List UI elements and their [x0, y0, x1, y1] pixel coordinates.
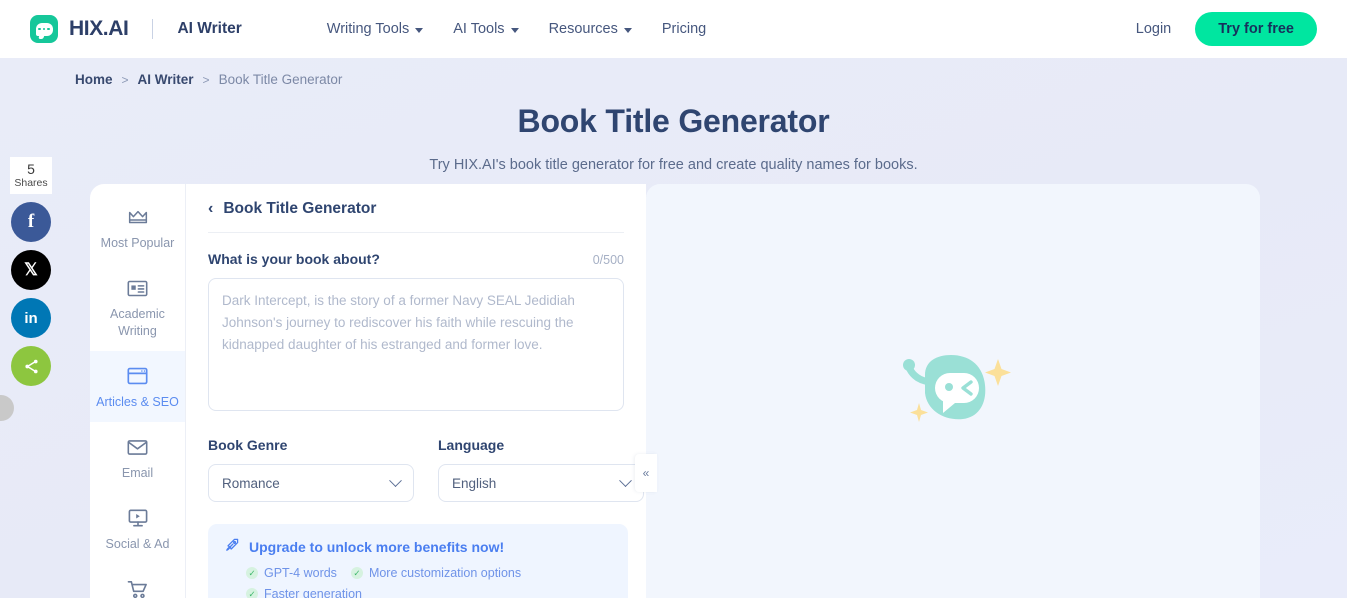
chevron-down-icon — [389, 473, 402, 487]
benefit-label: GPT-4 words — [264, 566, 337, 580]
login-link[interactable]: Login — [1136, 21, 1171, 37]
brand-logo[interactable]: HIX.AI AI Writer — [30, 15, 242, 43]
page-subtitle: Try HIX.AI's book title generator for fr… — [429, 157, 918, 173]
chevron-down-icon — [415, 27, 424, 33]
share-generic-icon[interactable] — [11, 346, 51, 387]
nav-label: Writing Tools — [326, 21, 410, 37]
panel-divider — [208, 232, 624, 233]
nav-item-resources[interactable]: Resources — [549, 21, 632, 37]
sidebar-item-label: Articles & SEO — [96, 394, 179, 409]
result-panel: « — [635, 184, 1260, 598]
breadcrumb-separator: > — [121, 72, 129, 87]
sidebar-item-email[interactable]: Email — [90, 422, 185, 493]
main-nav: Writing Tools AI Tools Resources Pricing — [327, 21, 706, 37]
brand-divider — [152, 19, 154, 39]
tool-card: Most Popular Academic Writing Articles &… — [90, 184, 1260, 598]
social-share-rail: 5 Shares f 𝕏 in — [10, 157, 52, 387]
upgrade-header: Upgrade to unlock more benefits now! — [224, 537, 612, 556]
breadcrumb-home[interactable]: Home — [75, 72, 113, 87]
breadcrumb-current: Book Title Generator — [218, 72, 343, 87]
language-field: Language English — [438, 437, 644, 502]
benefit-item: ✓ More customization options — [350, 566, 522, 580]
hix-mascot-illustration — [893, 341, 1013, 441]
nav-item-ai-tools[interactable]: AI Tools — [453, 21, 519, 37]
panel-header: ‹ Book Title Generator — [208, 200, 624, 232]
prompt-field-header: What is your book about? 0/500 — [208, 251, 624, 267]
benefit-label: More customization options — [368, 566, 522, 580]
book-genre-select[interactable]: Romance — [208, 464, 414, 502]
nav-label: AI Tools — [453, 21, 505, 37]
chevron-down-icon — [623, 27, 632, 33]
rocket-icon — [224, 537, 240, 556]
check-icon: ✓ — [246, 567, 258, 579]
language-label: Language — [438, 437, 505, 453]
nav-item-pricing[interactable]: Pricing — [662, 21, 706, 37]
panel-title-text: Book Title Generator — [223, 200, 377, 217]
character-counter: 0/500 — [592, 253, 624, 267]
share-count-label: Shares — [14, 177, 48, 190]
breadcrumb-separator: > — [202, 72, 210, 87]
sidebar-item-label: Academic Writing — [110, 307, 165, 338]
upgrade-title: Upgrade to unlock more benefits now! — [249, 538, 505, 555]
benefit-item: ✓ GPT-4 words — [246, 566, 337, 580]
chevron-down-icon — [510, 27, 519, 33]
header-actions: Login Try for free — [1136, 12, 1317, 46]
category-sidebar: Most Popular Academic Writing Articles &… — [90, 184, 186, 598]
shopping-cart-icon — [94, 579, 181, 598]
genre-field: Book Genre Romance — [208, 437, 414, 502]
brand-subtitle: AI Writer — [177, 20, 242, 37]
page-title: Book Title Generator — [517, 103, 830, 139]
envelope-icon — [94, 436, 181, 458]
language-value: English — [452, 475, 497, 491]
sidebar-item-ecommerce[interactable]: Ecommerce — [90, 565, 185, 598]
back-chevron-icon[interactable]: ‹ — [208, 201, 213, 217]
monitor-play-icon — [94, 507, 181, 529]
nav-label: Resources — [548, 21, 618, 37]
share-linkedin-icon[interactable]: in — [11, 298, 51, 339]
check-icon: ✓ — [246, 588, 258, 598]
language-select[interactable]: English — [438, 464, 644, 502]
site-header: HIX.AI AI Writer Writing Tools AI Tools … — [0, 0, 1347, 58]
sidebar-item-social-ad[interactable]: Social & Ad — [90, 493, 185, 564]
linkedin-glyph: in — [24, 309, 38, 327]
nav-item-writing-tools[interactable]: Writing Tools — [326, 21, 424, 37]
sidebar-item-label: Email — [121, 466, 154, 480]
breadcrumb-ai-writer[interactable]: AI Writer — [138, 72, 194, 87]
options-row: Book Genre Romance Language English — [208, 437, 644, 502]
page-root: HIX.AI AI Writer Writing Tools AI Tools … — [0, 0, 1347, 598]
genre-label: Book Genre — [208, 437, 288, 453]
generator-form-panel: ‹ Book Title Generator What is your book… — [186, 184, 646, 598]
book-description-input[interactable] — [208, 278, 624, 411]
benefit-label: Faster generation — [264, 587, 362, 598]
sidebar-item-academic-writing[interactable]: Academic Writing — [90, 263, 185, 351]
genre-value: Romance — [222, 475, 280, 491]
facebook-glyph: f — [27, 211, 35, 233]
x-glyph: 𝕏 — [24, 260, 38, 280]
nav-label: Pricing — [661, 21, 707, 37]
sidebar-item-label: Social & Ad — [105, 537, 170, 552]
check-icon: ✓ — [350, 567, 363, 579]
logo-text: HIX.AI — [69, 17, 129, 40]
share-count-box: 5 Shares — [10, 157, 52, 195]
upgrade-benefits: ✓ GPT-4 words ✓ More customization optio… — [224, 566, 612, 598]
crown-icon — [94, 206, 181, 228]
benefit-item: ✓ Faster generation — [246, 587, 362, 598]
sidebar-item-articles-seo[interactable]: Articles & SEO — [90, 350, 185, 422]
share-x-icon[interactable]: 𝕏 — [11, 250, 51, 291]
prompt-label: What is your book about? — [208, 251, 380, 267]
browser-window-icon — [94, 365, 181, 387]
chevron-down-icon — [619, 473, 632, 487]
upgrade-banner[interactable]: Upgrade to unlock more benefits now! ✓ G… — [208, 524, 628, 598]
sidebar-item-most-popular[interactable]: Most Popular — [90, 192, 185, 263]
share-count-number: 5 — [27, 161, 35, 177]
hix-logo-icon — [30, 15, 58, 43]
collapse-panel-button[interactable]: « — [635, 454, 657, 492]
hero-section: Book Title Generator Try HIX.AI's book t… — [0, 103, 1347, 173]
try-for-free-button[interactable]: Try for free — [1195, 12, 1317, 46]
share-facebook-icon[interactable]: f — [11, 202, 51, 243]
sidebar-item-label: Most Popular — [100, 236, 175, 250]
id-card-icon — [94, 277, 181, 299]
breadcrumb: Home > AI Writer > Book Title Generator — [75, 72, 342, 87]
